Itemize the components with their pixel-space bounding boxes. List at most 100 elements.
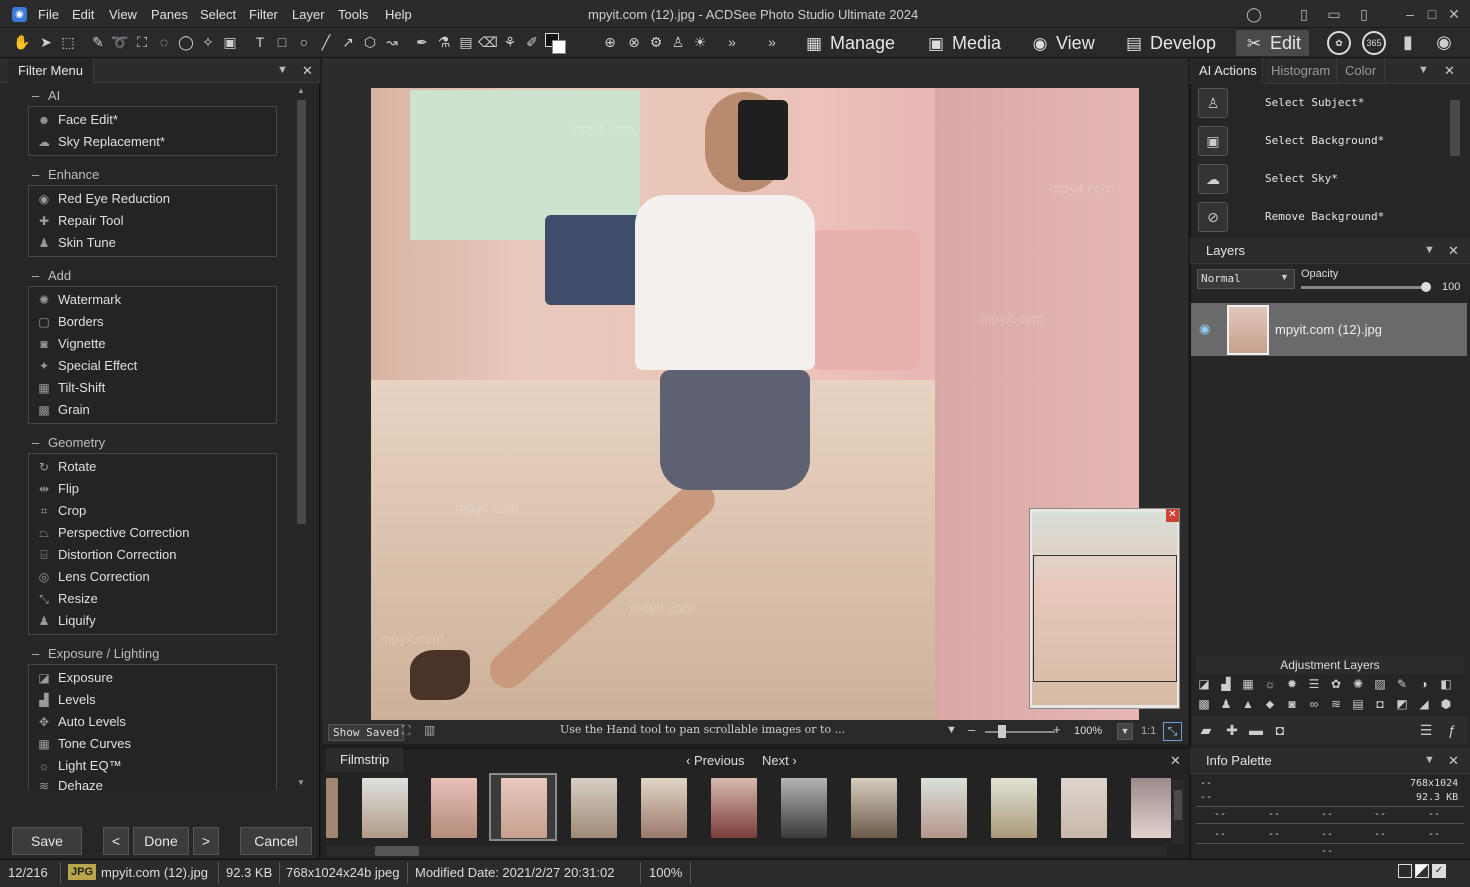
filter-item-liquify[interactable]: ♟ Liquify bbox=[36, 610, 96, 632]
tab-histogram[interactable]: Histogram bbox=[1262, 58, 1338, 84]
group-ai[interactable]: AI bbox=[48, 88, 60, 103]
sun-adj-icon[interactable]: ✹ bbox=[1284, 676, 1300, 692]
dropper-icon[interactable]: ⚗ bbox=[434, 32, 454, 52]
smart-erase-icon[interactable]: ▣ bbox=[220, 32, 240, 52]
filter-item-borders[interactable]: ▢ Borders bbox=[36, 311, 103, 333]
ai-remove-background[interactable]: Remove Background* bbox=[1265, 210, 1384, 223]
opacity-value[interactable]: 100 bbox=[1442, 281, 1460, 293]
filter-item-skin-tune[interactable]: ♟ Skin Tune bbox=[36, 232, 116, 254]
ai-actions-scroll-thumb[interactable] bbox=[1450, 100, 1460, 156]
compare-mode-icon[interactable] bbox=[1415, 864, 1429, 878]
filter-item-grain[interactable]: ▩ Grain bbox=[36, 399, 89, 421]
freehand-select-icon[interactable]: ◯ bbox=[176, 32, 196, 52]
app-icon[interactable]: ◉ bbox=[12, 7, 27, 22]
filter-item-levels[interactable]: ▟ Levels bbox=[36, 689, 95, 711]
ellipse-select-icon[interactable]: ◌ bbox=[154, 32, 174, 52]
color-wheel-adj-icon[interactable]: ✿ bbox=[1328, 676, 1344, 692]
ai-select-subject[interactable]: Select Subject* bbox=[1265, 96, 1364, 109]
expand-icon[interactable]: » bbox=[762, 32, 782, 52]
color-picker-icon[interactable]: ✐ bbox=[522, 32, 542, 52]
blur-adj-icon[interactable]: ≋ bbox=[1328, 696, 1344, 712]
close-panel-icon[interactable]: ✕ bbox=[1448, 753, 1459, 769]
add-adjustment-icon[interactable]: ▰ bbox=[1196, 720, 1216, 740]
pointer-tool-icon[interactable]: ➤ bbox=[36, 32, 56, 52]
cube-adj-icon[interactable]: ⬢ bbox=[1438, 696, 1454, 712]
dodge-adj-icon[interactable]: ▲ bbox=[1240, 696, 1256, 712]
group-enhance[interactable]: Enhance bbox=[48, 167, 99, 182]
filter-item-dehaze[interactable]: ≋ Dehaze bbox=[36, 777, 103, 790]
fullscreen-icon[interactable]: ⛶ bbox=[402, 723, 410, 738]
scroll-up-icon[interactable]: ▲ bbox=[297, 86, 305, 95]
stats-icon[interactable]: ▮ bbox=[1398, 32, 1418, 52]
transform-icon[interactable]: ⛶ bbox=[132, 32, 152, 52]
filter-item-crop[interactable]: ⌗ Crop bbox=[36, 500, 87, 522]
collapse-icon[interactable]: – bbox=[32, 268, 39, 283]
filter-item-distortion[interactable]: ⌸ Distortion Correction bbox=[36, 544, 176, 566]
zoom-slider[interactable] bbox=[985, 731, 1055, 733]
sun-icon[interactable]: ☀ bbox=[690, 32, 710, 52]
pin-icon[interactable]: ▼ bbox=[277, 64, 288, 76]
vignette-adj-icon[interactable]: ◘ bbox=[1372, 696, 1388, 712]
collapse-icon[interactable]: – bbox=[32, 435, 39, 450]
light-adj-icon[interactable]: ☼ bbox=[1262, 676, 1278, 692]
collapse-icon[interactable]: – bbox=[32, 167, 39, 182]
layer-name[interactable]: mpyit.com (12).jpg bbox=[1275, 322, 1382, 337]
zoom-options-icon[interactable]: ▼ bbox=[1117, 723, 1133, 740]
invert-adj-icon[interactable]: ◑ bbox=[1416, 676, 1432, 692]
zoom-slider-knob[interactable] bbox=[998, 725, 1006, 738]
previous-image-button[interactable]: < bbox=[103, 827, 129, 855]
visibility-icon[interactable]: ◉ bbox=[1434, 32, 1454, 52]
pin-icon[interactable]: ▼ bbox=[1424, 754, 1435, 766]
magic-wand-icon[interactable]: ✧ bbox=[198, 32, 218, 52]
chevron-down-icon[interactable]: ▼ bbox=[1280, 272, 1289, 282]
menu-tools[interactable]: Tools bbox=[338, 7, 368, 22]
menu-filter[interactable]: Filter bbox=[249, 7, 278, 22]
sliders-adj-icon[interactable]: ☰ bbox=[1306, 676, 1322, 692]
menu-icon[interactable]: ☰ bbox=[1416, 720, 1436, 740]
filmstrip-thumbnail[interactable] bbox=[711, 778, 757, 838]
tab-color[interactable]: Color bbox=[1336, 58, 1386, 84]
fx-icon[interactable]: ƒ bbox=[1442, 720, 1462, 740]
filmstrip-thumbnail[interactable] bbox=[362, 778, 408, 838]
filter-item-flip[interactable]: ⇹ Flip bbox=[36, 478, 79, 500]
mask-adj-icon[interactable]: ◙ bbox=[1284, 696, 1300, 712]
chart-adj-icon[interactable]: ◢ bbox=[1416, 696, 1432, 712]
filmstrip-thumbnail[interactable] bbox=[501, 778, 547, 838]
exposure-adj-icon[interactable]: ◪ bbox=[1196, 676, 1212, 692]
zoom-out-icon[interactable]: – bbox=[968, 722, 975, 737]
dropper-adj-icon[interactable]: ✎ bbox=[1394, 676, 1410, 692]
acdsee-365-icon[interactable]: 365 bbox=[1362, 31, 1386, 55]
group-geometry[interactable]: Geometry bbox=[48, 435, 105, 450]
person-adj-icon[interactable]: ♟ bbox=[1218, 696, 1234, 712]
line-tool-icon[interactable]: ╱ bbox=[316, 32, 336, 52]
filter-item-exposure[interactable]: ◪ Exposure bbox=[36, 667, 113, 689]
more-tools-icon[interactable]: » bbox=[722, 32, 742, 52]
gradient-adj-icon[interactable]: ▤ bbox=[1350, 696, 1366, 712]
opacity-slider[interactable] bbox=[1301, 286, 1429, 289]
repair-icon[interactable]: ⊗ bbox=[624, 32, 644, 52]
collapse-icon[interactable]: – bbox=[32, 88, 39, 103]
photo-filter-adj-icon[interactable]: ▨ bbox=[1372, 676, 1388, 692]
background-color-swatch[interactable] bbox=[552, 40, 566, 54]
levels-adj-icon[interactable]: ▟ bbox=[1218, 676, 1234, 692]
filter-item-rotate[interactable]: ↻ Rotate bbox=[36, 456, 96, 478]
maximize-button[interactable]: □ bbox=[1422, 4, 1442, 24]
menu-select[interactable]: Select bbox=[200, 7, 236, 22]
curves-adj-icon[interactable]: ▦ bbox=[1240, 676, 1256, 692]
pen-icon[interactable]: ✒ bbox=[412, 32, 432, 52]
filter-item-perspective[interactable]: ⏢ Perspective Correction bbox=[36, 522, 189, 544]
filmstrip-thumbnail[interactable] bbox=[326, 778, 338, 838]
navigator-close-icon[interactable]: ✕ bbox=[1166, 509, 1179, 522]
close-panel-icon[interactable]: ✕ bbox=[302, 63, 313, 79]
filmstrip-thumbnail[interactable] bbox=[1131, 778, 1171, 838]
filter-item-light-eq[interactable]: ☼ Light EQ™ bbox=[36, 755, 122, 777]
close-panel-icon[interactable]: ✕ bbox=[1448, 243, 1459, 259]
gear-icon[interactable]: ⚙ bbox=[646, 32, 666, 52]
grain-adj-icon[interactable]: ▩ bbox=[1196, 696, 1212, 712]
mode-media[interactable]: ▣ Media bbox=[924, 30, 1001, 56]
filmstrip-previous[interactable]: ‹ Previous bbox=[686, 753, 745, 768]
filter-item-lens-correction[interactable]: ◎ Lens Correction bbox=[36, 566, 150, 588]
filter-item-tone-curves[interactable]: ▦ Tone Curves bbox=[36, 733, 131, 755]
tab-ai-actions[interactable]: AI Actions bbox=[1191, 58, 1265, 84]
save-button[interactable]: Save bbox=[12, 827, 82, 855]
